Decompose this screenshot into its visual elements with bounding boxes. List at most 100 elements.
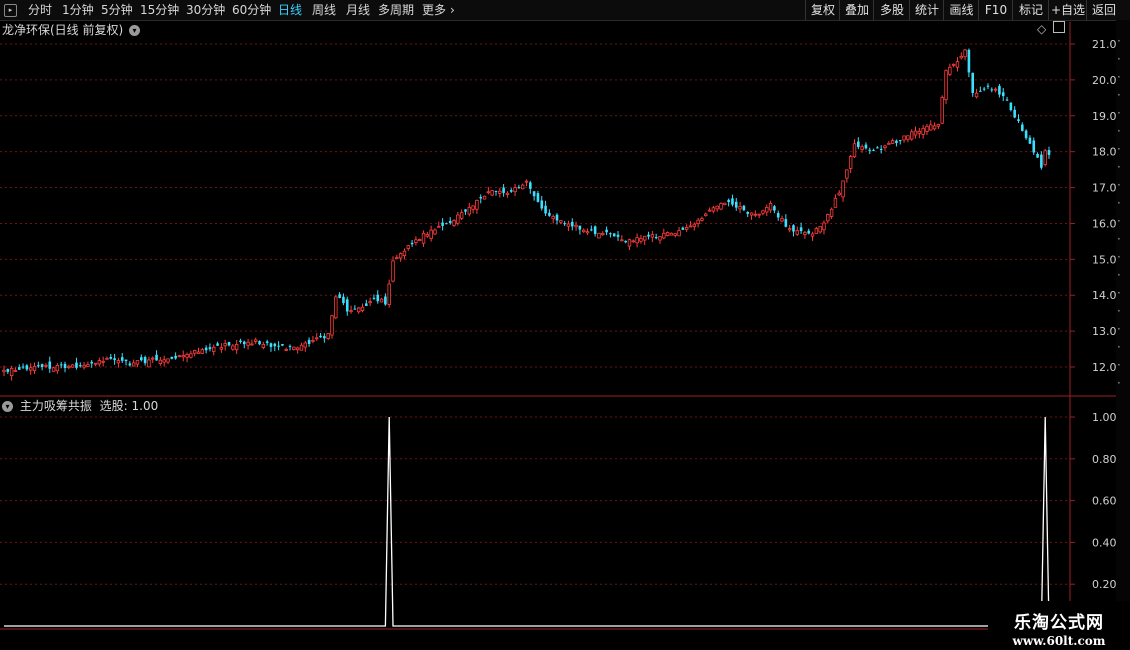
candle-up bbox=[753, 213, 758, 216]
toolbar-button-6[interactable]: 标记 bbox=[1012, 0, 1049, 20]
candle-down bbox=[773, 206, 776, 211]
candle-down bbox=[982, 88, 986, 90]
toolbar-button-4[interactable]: 画线 bbox=[943, 0, 979, 20]
candle-up bbox=[311, 340, 315, 342]
candle-down bbox=[63, 363, 67, 368]
side-glyph: · bbox=[1117, 214, 1121, 228]
candle-up bbox=[387, 283, 391, 305]
candle-up bbox=[418, 239, 422, 241]
candle-up bbox=[902, 135, 906, 141]
candle-up bbox=[166, 358, 170, 363]
candle-down bbox=[78, 365, 82, 367]
candle-up bbox=[67, 365, 71, 368]
candle-down bbox=[139, 357, 143, 361]
candle-down bbox=[776, 213, 780, 218]
toolbar-button-3[interactable]: 统计 bbox=[909, 0, 944, 20]
candle-up bbox=[768, 203, 773, 211]
indicator-title: 主力吸筹共振 bbox=[19, 399, 92, 413]
candle-up bbox=[9, 367, 14, 377]
diamond-icon[interactable]: ◇ bbox=[1037, 22, 1046, 36]
candle-up bbox=[284, 349, 288, 351]
candle-down bbox=[593, 226, 597, 235]
candle-down bbox=[536, 193, 540, 202]
candle-up bbox=[334, 296, 338, 319]
candle-up bbox=[437, 225, 441, 228]
period-tab-10[interactable]: 更多 bbox=[422, 2, 446, 18]
period-tab-0[interactable]: 分时 bbox=[28, 2, 52, 18]
candle-up bbox=[833, 197, 838, 208]
candle-down bbox=[876, 147, 879, 149]
candle-up bbox=[105, 357, 109, 360]
toolbar-button-7[interactable]: +自选 bbox=[1048, 0, 1087, 20]
candle-down bbox=[971, 72, 975, 93]
toolbar-button-5[interactable]: F10 bbox=[978, 0, 1013, 20]
period-tab-6[interactable]: 日线 bbox=[278, 2, 302, 18]
period-tab-2[interactable]: 5分钟 bbox=[101, 2, 133, 18]
chevron-down-icon[interactable]: ▾ bbox=[2, 401, 13, 412]
toolbar-button-0[interactable]: 复权 bbox=[805, 0, 840, 20]
candle-down bbox=[37, 365, 40, 367]
candle-down bbox=[1040, 154, 1043, 168]
toolbar-button-1[interactable]: 叠加 bbox=[839, 0, 874, 20]
candle-up bbox=[254, 339, 258, 342]
candle-up bbox=[82, 364, 86, 368]
period-tab-8[interactable]: 月线 bbox=[346, 2, 370, 18]
candle-down bbox=[734, 201, 738, 208]
main-panel-title-row: 龙净环保(日线 前复权) ▾ bbox=[2, 21, 141, 38]
axes: 21.0020.0019.0018.0017.0016.0015.0014.00… bbox=[0, 22, 1124, 630]
candle-up bbox=[116, 360, 121, 364]
candle-down bbox=[1013, 109, 1016, 118]
maximize-icon[interactable] bbox=[1053, 21, 1065, 33]
candle-down bbox=[1009, 102, 1013, 111]
candle-up bbox=[70, 364, 75, 368]
candle-down bbox=[742, 205, 746, 211]
candle-down bbox=[21, 366, 25, 368]
candle-up bbox=[498, 190, 502, 194]
candle-down bbox=[59, 364, 63, 366]
kline-chart[interactable]: 21.0020.0019.0018.0017.0016.0015.0014.00… bbox=[0, 20, 1130, 630]
sidebar-toggle-icon[interactable]: ▸ bbox=[4, 4, 17, 17]
candle-down bbox=[727, 199, 730, 203]
candle-up bbox=[707, 209, 712, 212]
candle-up bbox=[917, 130, 922, 134]
candle-up bbox=[662, 232, 666, 239]
candle-up bbox=[749, 212, 754, 216]
candle-down bbox=[868, 149, 872, 151]
chevron-right-icon[interactable]: › bbox=[450, 2, 455, 18]
candle-up bbox=[513, 187, 517, 193]
candle-down bbox=[48, 361, 52, 369]
toolbar-button-8[interactable]: 返回 bbox=[1086, 0, 1121, 20]
candle-up bbox=[715, 205, 719, 210]
candle-down bbox=[464, 209, 467, 212]
candle-up bbox=[524, 180, 529, 183]
candle-up bbox=[55, 365, 60, 372]
candle-down bbox=[277, 345, 280, 347]
side-glyph: · bbox=[1117, 232, 1121, 246]
period-tab-4[interactable]: 30分钟 bbox=[186, 2, 225, 18]
period-tab-9[interactable]: 多周期 bbox=[378, 2, 414, 18]
candle-down bbox=[879, 148, 883, 150]
candle-up bbox=[822, 222, 826, 231]
candle-down bbox=[448, 220, 452, 223]
candle-down bbox=[445, 223, 448, 225]
candle-down bbox=[609, 233, 612, 235]
candle-up bbox=[295, 347, 300, 351]
period-tab-5[interactable]: 60分钟 bbox=[232, 2, 271, 18]
candle-up bbox=[395, 257, 399, 259]
candle-up bbox=[848, 156, 853, 169]
toolbar-button-2[interactable]: 多股 bbox=[873, 0, 910, 20]
candle-down bbox=[624, 240, 627, 243]
candle-up bbox=[574, 224, 578, 228]
candle-up bbox=[684, 226, 689, 230]
candle-down bbox=[990, 89, 994, 91]
period-tab-3[interactable]: 15分钟 bbox=[140, 2, 179, 18]
period-tab-7[interactable]: 周线 bbox=[312, 2, 336, 18]
candle-down bbox=[90, 361, 94, 364]
period-tab-1[interactable]: 1分钟 bbox=[62, 2, 94, 18]
candle-down bbox=[540, 200, 544, 209]
chevron-down-icon[interactable]: ▾ bbox=[129, 25, 141, 36]
side-glyph: · bbox=[1117, 178, 1121, 192]
candle-down bbox=[376, 294, 380, 302]
side-info-strip: · · · · · · · · · · · · · · · · · · · · bbox=[1116, 20, 1130, 630]
candle-up bbox=[330, 315, 334, 336]
